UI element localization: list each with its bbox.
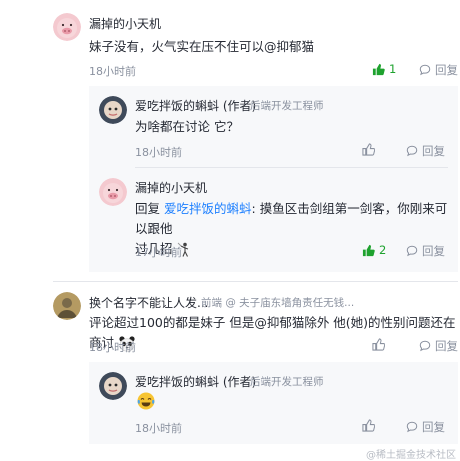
reply-button[interactable]: 回复 bbox=[419, 338, 458, 354]
thumbs-up-icon bbox=[372, 338, 385, 351]
like-count: 2 bbox=[379, 243, 387, 257]
reply-divider bbox=[135, 167, 448, 168]
reply-to-link[interactable]: 爱吃拌饭的蝌蚪 bbox=[164, 201, 252, 216]
reply-button[interactable]: 回复 bbox=[406, 419, 445, 435]
like-button[interactable]: 2 bbox=[362, 243, 386, 257]
comment-text-body: 评论超过100的都是妹子 但是@抑郁猫除外 他(她)的性别问题还在商讨 bbox=[89, 315, 456, 350]
author-title: 前端 @ 夫子庙东墙角责任无钱... bbox=[201, 297, 355, 309]
comment-divider bbox=[53, 281, 458, 282]
avatar-user[interactable] bbox=[53, 292, 81, 320]
reply-label: 回复 bbox=[422, 144, 445, 158]
reply-author: 爱吃拌饭的蝌蚪 (作者) bbox=[135, 97, 256, 114]
thumbs-up-icon bbox=[362, 244, 375, 256]
tadpole-avatar-icon bbox=[99, 96, 127, 124]
like-button[interactable] bbox=[362, 419, 375, 432]
pig-avatar-icon bbox=[99, 178, 127, 206]
reply-text: 为啥都在讨论 它？ bbox=[135, 119, 239, 134]
reply-time: 17小时前 bbox=[135, 246, 182, 259]
reply-prefix: 回复 bbox=[135, 201, 161, 216]
avatar-author[interactable] bbox=[99, 96, 127, 124]
reply-author-name[interactable]: 爱吃拌饭的蝌蚪 bbox=[135, 375, 219, 389]
comment-author[interactable]: 漏掉的小天机 bbox=[89, 15, 161, 32]
thumbs-up-icon bbox=[362, 143, 375, 156]
comment-bubble-icon bbox=[406, 145, 418, 157]
comment-time: 18小时前 bbox=[89, 341, 136, 354]
watermark: @稀土掘金技术社区 bbox=[366, 450, 456, 461]
comment-time: 18小时前 bbox=[89, 65, 136, 78]
reply-time: 18小时前 bbox=[135, 146, 182, 159]
like-button[interactable] bbox=[362, 143, 375, 156]
reply-button[interactable]: 回复 bbox=[406, 143, 445, 159]
tears-of-joy-emoji-icon bbox=[137, 392, 155, 410]
photo-avatar-icon bbox=[53, 292, 81, 320]
thumbs-up-icon bbox=[372, 63, 385, 75]
author-title: 后端开发工程师 bbox=[250, 376, 324, 388]
like-button[interactable] bbox=[372, 338, 385, 351]
tadpole-avatar-icon bbox=[99, 372, 127, 400]
comment-text: 评论超过100的都是妹子 但是@抑郁猫除外 他(她)的性别问题还在商讨 bbox=[89, 313, 460, 353]
reply-button[interactable]: 回复 bbox=[406, 243, 445, 259]
comment-text: 妹子没有，火气实在压不住可以@抑郁猫 bbox=[89, 39, 315, 54]
reply-emoji bbox=[136, 391, 156, 415]
comment-author[interactable]: 换个名字不能让人发... bbox=[89, 294, 208, 311]
avatar-pig[interactable] bbox=[99, 178, 127, 206]
reply-label: 回复 bbox=[422, 420, 445, 434]
comment-bubble-icon bbox=[406, 245, 418, 257]
pig-avatar-icon bbox=[53, 13, 81, 41]
like-button[interactable]: 1 bbox=[372, 62, 396, 76]
thumbs-up-icon bbox=[362, 419, 375, 432]
reply-label: 回复 bbox=[435, 63, 458, 77]
avatar-pig[interactable] bbox=[53, 13, 81, 41]
comment-bubble-icon bbox=[419, 64, 431, 76]
reply-author-name[interactable]: 漏掉的小天机 bbox=[135, 179, 207, 196]
comment-bubble-icon bbox=[419, 340, 431, 352]
author-title: 后端开发工程师 bbox=[250, 100, 324, 112]
reply-author: 爱吃拌饭的蝌蚪 (作者) bbox=[135, 373, 256, 390]
avatar-author[interactable] bbox=[99, 372, 127, 400]
comment-bubble-icon bbox=[406, 421, 418, 433]
reply-author-name[interactable]: 爱吃拌饭的蝌蚪 bbox=[135, 99, 219, 113]
reply-time: 18小时前 bbox=[135, 422, 182, 435]
like-count: 1 bbox=[389, 62, 397, 76]
reply-button[interactable]: 回复 bbox=[419, 62, 458, 78]
reply-label: 回复 bbox=[422, 244, 445, 258]
reply-label: 回复 bbox=[435, 339, 458, 353]
